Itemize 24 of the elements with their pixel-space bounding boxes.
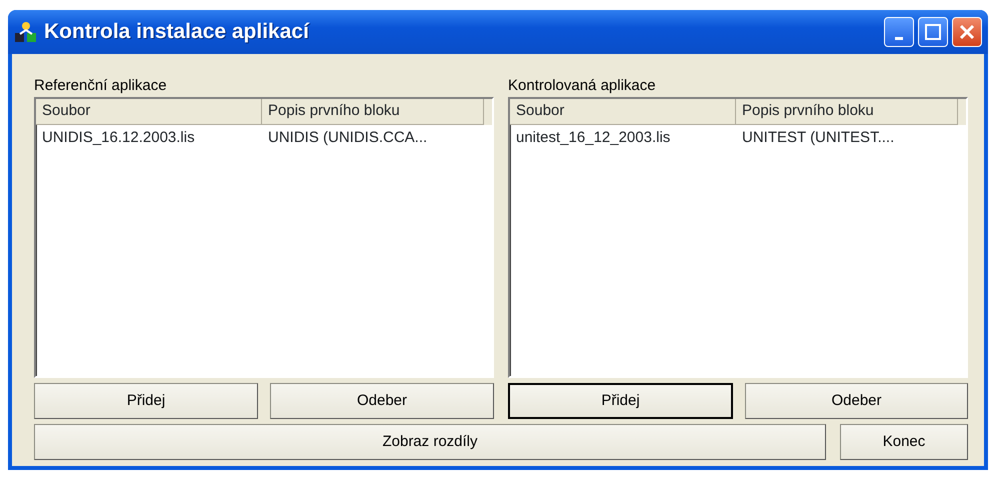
table-cell-text: unitest_16_12_2003.lis: [515, 128, 672, 148]
close-icon: [959, 24, 975, 40]
minimize-button[interactable]: [884, 17, 914, 47]
column-header[interactable]: Soubor: [36, 99, 262, 124]
close-button[interactable]: [952, 17, 982, 47]
table-cell-text: UNITEST (UNITEST....: [741, 128, 896, 148]
button[interactable]: Přidej: [508, 383, 733, 419]
button[interactable]: Konec: [840, 424, 968, 460]
window-title: Kontrola instalace aplikací: [44, 19, 309, 46]
panel-label: Kontrolovaná aplikace: [508, 78, 657, 96]
panel-label: Referenční aplikace: [34, 78, 168, 96]
minimize-icon: [895, 36, 903, 40]
column-header[interactable]: Popis prvního bloku: [736, 99, 958, 124]
maximize-icon: [925, 24, 941, 40]
table-cell-text: UNIDIS (UNIDIS.CCA...: [267, 128, 428, 148]
column-header[interactable]: Popis prvního bloku: [262, 99, 484, 124]
button[interactable]: Odeber: [270, 383, 494, 419]
table-cell-text: UNIDIS_16.12.2003.lis: [41, 128, 196, 148]
app-icon: [14, 20, 38, 44]
button[interactable]: Zobraz rozdíly: [34, 424, 826, 460]
maximize-button[interactable]: [918, 17, 948, 47]
button[interactable]: Odeber: [745, 383, 968, 419]
column-header[interactable]: Soubor: [510, 99, 736, 124]
button[interactable]: Přidej: [34, 383, 258, 419]
